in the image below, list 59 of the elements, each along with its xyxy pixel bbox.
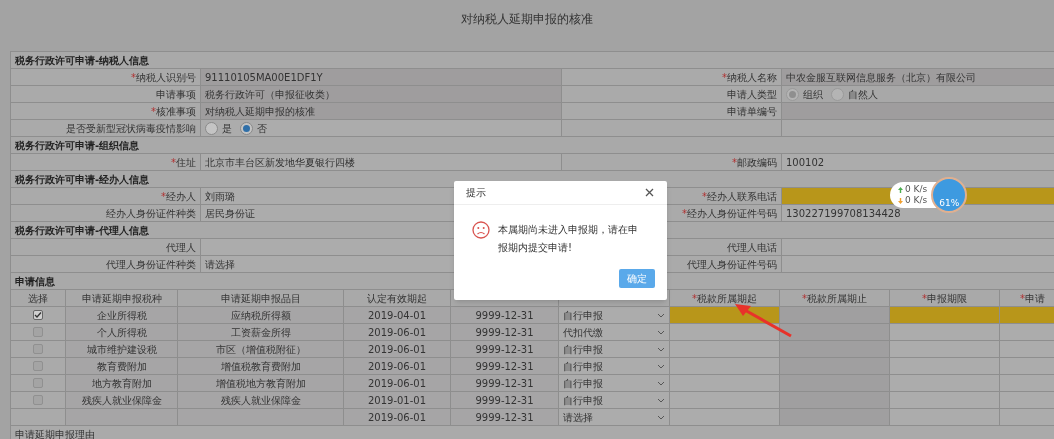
table-cell: 9999-12-31 xyxy=(451,358,559,374)
table-cell: 2019-04-01 xyxy=(344,307,451,323)
field-label: *纳税人名称 xyxy=(722,70,777,85)
field-label: *邮政编码 xyxy=(732,155,777,170)
section-title: 税务行政许可申请-组织信息 xyxy=(15,138,140,153)
field-label: 是否受新型冠状病毒疫情影响 xyxy=(66,121,196,136)
table-cell: 2019-06-01 xyxy=(344,324,451,340)
field-label: *纳税人识别号 xyxy=(131,70,196,85)
table-cell: 2019-06-01 xyxy=(344,375,451,391)
field-label: *住址 xyxy=(171,155,196,170)
field-label: 申请人类型 xyxy=(727,87,777,102)
table-cell: 城市维护建设税 xyxy=(66,341,178,357)
section-title: 税务行政许可申请-代理人信息 xyxy=(15,223,150,238)
field-label: *经办人 xyxy=(161,189,196,204)
field-label: *核准事项 xyxy=(151,104,196,119)
column-header: 认定有效期起 xyxy=(344,290,451,306)
field-label: 申请延期申报理由 xyxy=(15,428,95,439)
table-cell: 9999-12-31 xyxy=(451,375,559,391)
dialog-title: 提示 xyxy=(466,186,486,200)
field-label: 申请事项 xyxy=(156,87,196,102)
page-title: 对纳税人延期申报的核准 xyxy=(461,10,593,28)
field-label: 代理人电话 xyxy=(727,240,777,255)
field-label: 经办人身份证件种类 xyxy=(106,206,196,221)
section-title: 申请信息 xyxy=(15,274,55,289)
column-header: 申请延期申报税种 xyxy=(66,290,178,306)
column-header: *申请 xyxy=(1000,290,1054,306)
table-cell: 2019-06-01 xyxy=(344,341,451,357)
column-header: 申请延期申报品目 xyxy=(178,290,344,306)
table-cell: 应纳税所得额 xyxy=(178,307,344,323)
table-cell: 9999-12-31 xyxy=(451,307,559,323)
table-cell: 2019-01-01 xyxy=(344,392,451,408)
field-label: *经办人联系电话 xyxy=(702,189,777,204)
field-label: 代理人身份证件种类 xyxy=(106,257,196,272)
table-cell: 市区（增值税附征） xyxy=(178,341,344,357)
column-header: 选择 xyxy=(11,290,66,306)
section-title: 税务行政许可申请-经办人信息 xyxy=(15,172,150,187)
table-cell: 残疾人就业保障金 xyxy=(178,392,344,408)
table-cell: 9999-12-31 xyxy=(451,392,559,408)
table-cell: 增值税地方教育附加 xyxy=(178,375,344,391)
column-header: *税款所属期止 xyxy=(780,290,890,306)
table-cell: 9999-12-31 xyxy=(451,324,559,340)
column-header: *申报期限 xyxy=(890,290,1000,306)
field-label: 代理人 xyxy=(166,240,196,255)
table-cell: 9999-12-31 xyxy=(451,341,559,357)
table-cell: 增值税教育费附加 xyxy=(178,358,344,374)
table-cell: 2019-06-01 xyxy=(344,409,451,425)
table-cell: 9999-12-31 xyxy=(451,409,559,425)
dialog-message: 本属期尚未进入申报期，请在申报期内提交申请! xyxy=(498,223,639,255)
table-cell: 个人所得税 xyxy=(66,324,178,340)
field-label: 代理人身份证件号码 xyxy=(687,257,777,272)
table-cell: 2019-06-01 xyxy=(344,358,451,374)
table-cell: 地方教育附加 xyxy=(66,375,178,391)
section-title: 税务行政许可申请-纳税人信息 xyxy=(15,53,150,68)
table-cell: 教育费附加 xyxy=(66,358,178,374)
table-cell: 工资薪金所得 xyxy=(178,324,344,340)
field-label: *经办人身份证件号码 xyxy=(682,206,777,221)
table-cell: 残疾人就业保障金 xyxy=(66,392,178,408)
table-cell: 企业所得税 xyxy=(66,307,178,323)
field-label: 申请单编号 xyxy=(727,104,777,119)
